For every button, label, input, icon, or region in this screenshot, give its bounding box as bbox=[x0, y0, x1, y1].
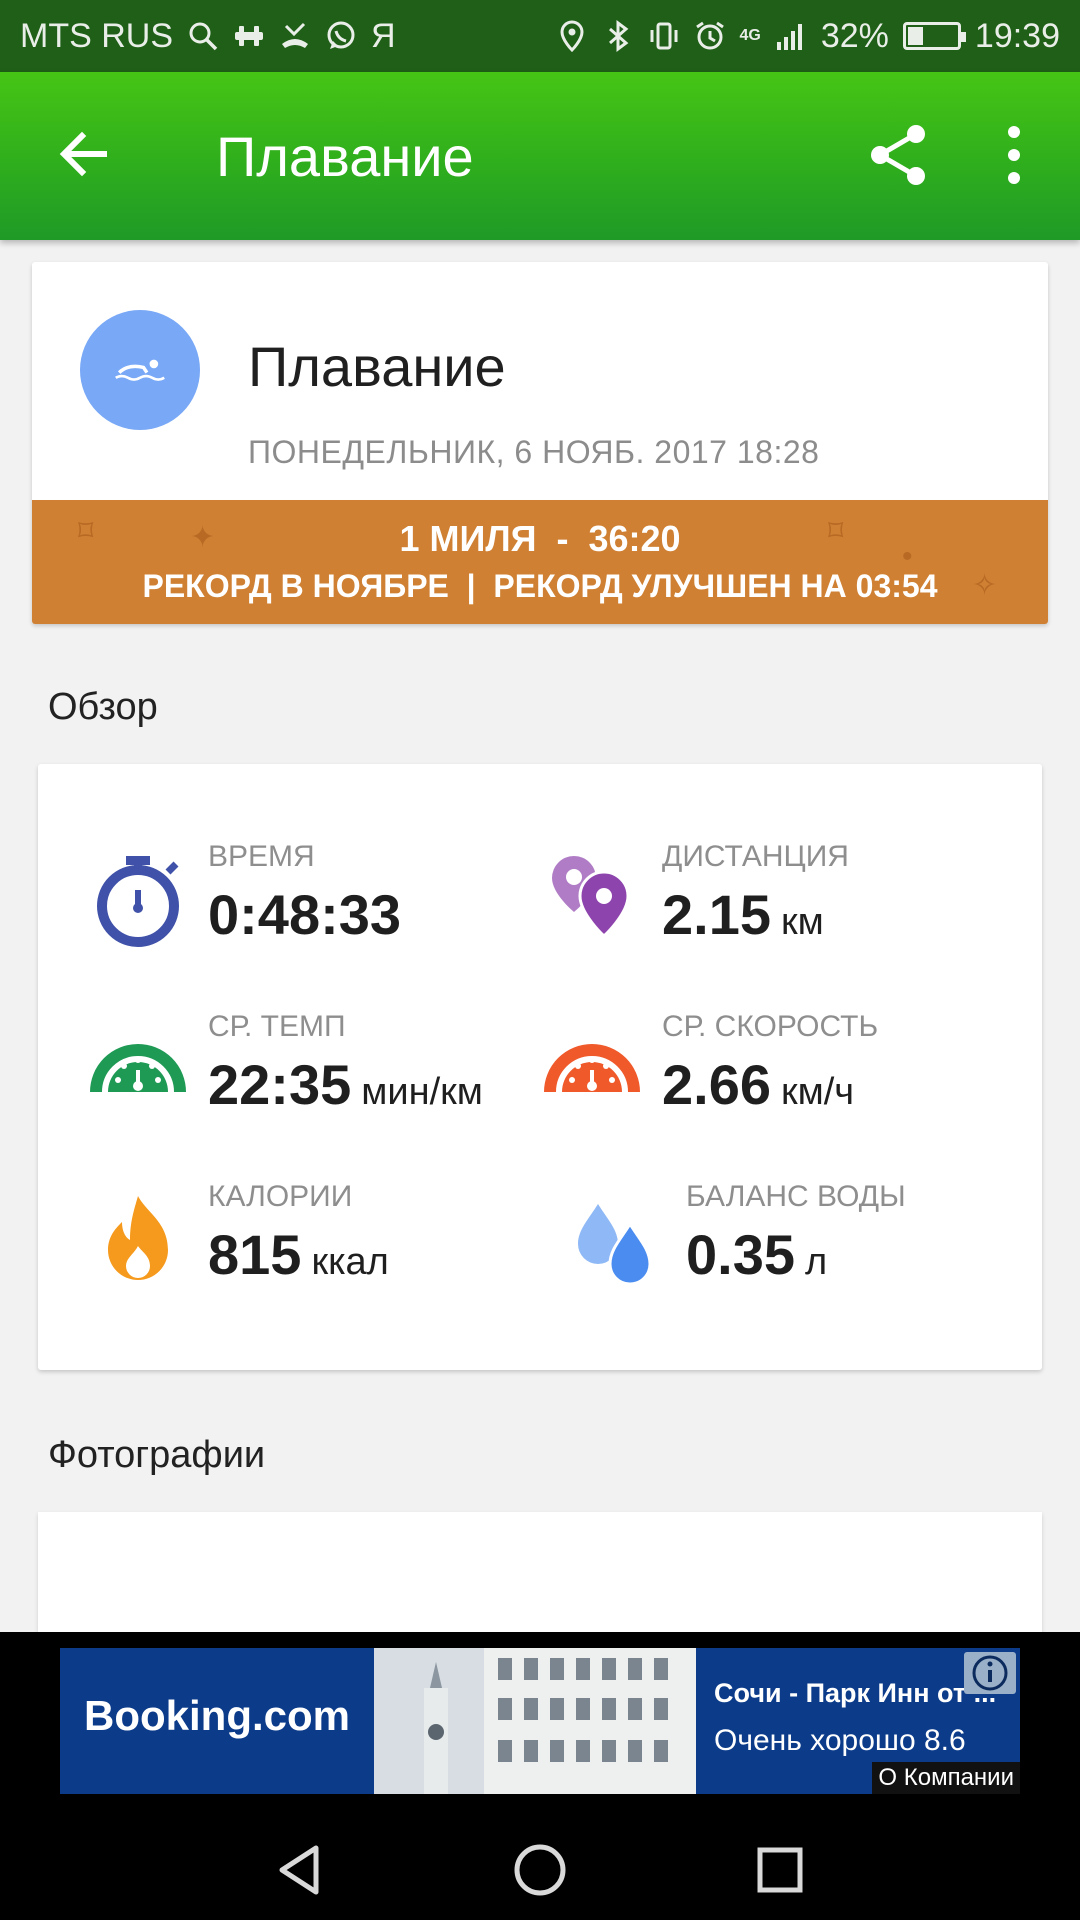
signal-icon bbox=[775, 20, 807, 52]
share-icon bbox=[871, 125, 925, 185]
speed-gauge-icon bbox=[544, 1044, 640, 1093]
ad-banner[interactable]: Booking.com Сочи - Парк Инн от ... Очень… bbox=[60, 1648, 1020, 1794]
ad-area: Booking.com Сочи - Парк Инн от ... Очень… bbox=[0, 1632, 1080, 1810]
status-right: 4G 32% 19:39 bbox=[556, 16, 1060, 56]
metric-time: ВРЕМЯ 0:48:33 bbox=[88, 840, 548, 960]
overview-section-title: Обзор bbox=[48, 686, 158, 728]
ad-rating: Очень хорошо 8.6 bbox=[714, 1724, 966, 1757]
fitness-app-icon bbox=[233, 20, 265, 52]
metric-pace-number: 22:35 bbox=[208, 1053, 352, 1116]
metric-speed-label: СР. СКОРОСТЬ bbox=[662, 1010, 879, 1043]
ad-headline: Сочи - Парк Инн от ... bbox=[714, 1678, 997, 1708]
triangle-back-icon bbox=[279, 1845, 319, 1895]
toolbar-title: Плавание bbox=[216, 125, 474, 188]
ad-hotel-image bbox=[374, 1648, 696, 1794]
square-recents-icon bbox=[757, 1847, 803, 1893]
pace-gauge-icon bbox=[90, 1044, 186, 1093]
metric-avg-pace: СР. ТЕМП 22:35 мин/км bbox=[88, 1010, 548, 1130]
clock: 19:39 bbox=[974, 16, 1060, 55]
metric-time-label: ВРЕМЯ bbox=[208, 840, 315, 873]
alarm-icon bbox=[694, 20, 726, 52]
swimmer-icon bbox=[115, 359, 165, 381]
fire-icon bbox=[108, 1196, 168, 1280]
network-type-label: 4G bbox=[739, 27, 761, 44]
photos-card[interactable] bbox=[38, 1512, 1042, 1632]
more-vertical-icon bbox=[1008, 126, 1020, 184]
location-icon bbox=[556, 20, 588, 53]
photos-section-title: Фотографии bbox=[48, 1434, 266, 1476]
metric-speed-number: 2.66 bbox=[662, 1053, 771, 1116]
metric-time-value: 0:48:33 bbox=[208, 882, 401, 947]
vibrate-icon bbox=[648, 20, 680, 52]
activity-date: ПОНЕДЕЛЬНИК, 6 НОЯБ. 2017 18:28 bbox=[248, 434, 820, 470]
info-icon bbox=[972, 1655, 1008, 1691]
record-description: РЕКОРД В НОЯБРЕ | РЕКОРД УЛУЧШЕН НА 03:5… bbox=[142, 568, 938, 604]
metric-water-label: БАЛАНС ВОДЫ bbox=[686, 1180, 906, 1213]
metric-pace-value: 22:35 мин/км bbox=[208, 1052, 483, 1117]
metric-time-number: 0:48:33 bbox=[208, 883, 402, 946]
metric-pace-label: СР. ТЕМП bbox=[208, 1010, 346, 1043]
arrow-left-icon bbox=[59, 131, 107, 177]
battery-icon bbox=[902, 22, 966, 50]
record-distance-time: 1 МИЛЯ - 36:20 bbox=[399, 518, 681, 559]
ad-info-button[interactable] bbox=[964, 1652, 1016, 1694]
location-pins-icon bbox=[552, 856, 630, 939]
hotel-building-illustration bbox=[374, 1648, 696, 1794]
metric-speed-unit: км/ч bbox=[781, 1071, 855, 1113]
metric-speed-value: 2.66 км/ч bbox=[662, 1052, 854, 1117]
app-toolbar: Плавание bbox=[0, 72, 1080, 240]
nav-back-button[interactable] bbox=[270, 1840, 330, 1900]
system-nav-bar bbox=[0, 1810, 1080, 1920]
nav-home-button[interactable] bbox=[510, 1840, 570, 1900]
back-button[interactable] bbox=[52, 122, 116, 186]
metric-water-value: 0.35 л bbox=[686, 1222, 827, 1287]
bluetooth-icon bbox=[602, 20, 634, 52]
metric-water-balance: БАЛАНС ВОДЫ 0.35 л bbox=[566, 1180, 1026, 1300]
missed-call-icon bbox=[279, 20, 311, 52]
battery-percent: 32% bbox=[820, 16, 889, 55]
share-button[interactable] bbox=[866, 122, 932, 188]
nav-recents-button[interactable] bbox=[750, 1840, 810, 1900]
circle-home-icon bbox=[514, 1844, 566, 1896]
metric-distance: ДИСТАНЦИЯ 2.15 км bbox=[542, 840, 1002, 960]
metric-avg-speed: СР. СКОРОСТЬ 2.66 км/ч bbox=[542, 1010, 1002, 1130]
metric-distance-unit: км bbox=[781, 901, 824, 943]
water-drops-icon bbox=[578, 1204, 652, 1286]
metric-distance-value: 2.15 км bbox=[662, 882, 824, 947]
ad-company-link[interactable]: О Компании bbox=[872, 1762, 1020, 1794]
overview-card: ВРЕМЯ 0:48:33 ДИСТАНЦИЯ 2.15 км СР. ТЕМП … bbox=[38, 764, 1042, 1370]
activity-avatar bbox=[80, 310, 200, 430]
metric-calories-unit: ккал bbox=[311, 1241, 389, 1283]
stopwatch-icon bbox=[97, 856, 179, 947]
carrier-label: MTS RUS bbox=[20, 16, 173, 55]
battery-level bbox=[907, 27, 923, 45]
status-bar: MTS RUS Я 4G 32% 19:39 bbox=[0, 0, 1080, 72]
activity-header-card: Плавание ПОНЕДЕЛЬНИК, 6 НОЯБ. 2017 18:28… bbox=[32, 262, 1048, 624]
status-left: MTS RUS Я bbox=[20, 17, 396, 56]
ad-brand-logo: Booking.com bbox=[84, 1692, 351, 1739]
more-options-button[interactable] bbox=[990, 122, 1038, 188]
activity-title: Плавание bbox=[248, 335, 506, 398]
metric-distance-label: ДИСТАНЦИЯ bbox=[662, 840, 849, 873]
metric-water-number: 0.35 bbox=[686, 1223, 795, 1286]
metric-pace-unit: мин/км bbox=[361, 1071, 483, 1113]
record-banner[interactable]: ⌑ ✦ ⌑ • ✧ 1 МИЛЯ - 36:20 РЕКОРД В НОЯБРЕ… bbox=[32, 500, 1048, 624]
search-icon bbox=[187, 20, 219, 52]
metric-calories-number: 815 bbox=[208, 1223, 302, 1286]
metric-calories-label: КАЛОРИИ bbox=[208, 1180, 353, 1213]
metric-calories-value: 815 ккал bbox=[208, 1222, 389, 1287]
metric-calories: КАЛОРИИ 815 ккал bbox=[88, 1180, 548, 1300]
yandex-icon: Я bbox=[371, 16, 396, 55]
metric-distance-number: 2.15 bbox=[662, 883, 771, 946]
whatsapp-icon bbox=[325, 20, 357, 52]
metric-water-unit: л bbox=[805, 1241, 828, 1283]
